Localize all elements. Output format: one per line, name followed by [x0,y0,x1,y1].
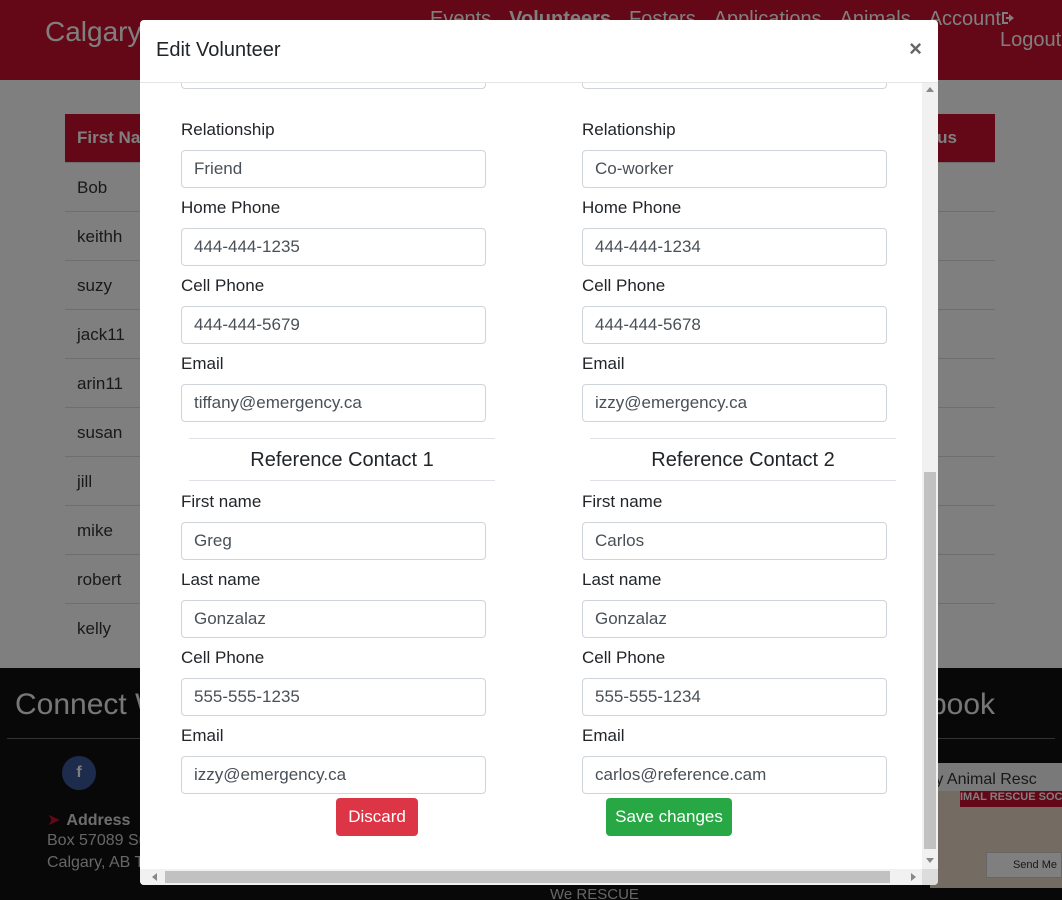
first-name-label: First name [181,492,262,511]
cell-phone-label: Cell Phone [582,276,666,295]
vertical-scrollbar[interactable] [922,83,938,869]
emergency-2-home-phone-input[interactable] [582,228,887,266]
reference-2-email-input[interactable] [582,756,887,794]
reference-1-heading: Reference Contact 1 [189,438,495,481]
emergency-1-relationship-input[interactable] [181,150,486,188]
emergency-1-cell-phone-input[interactable] [181,306,486,344]
modal-body[interactable]: Relationship Home Phone Cell Phone Email… [140,83,922,869]
last-name-label: Last name [181,570,261,589]
cell-phone-label: Cell Phone [582,648,666,667]
emergency-2-cell-phone-input[interactable] [582,306,887,344]
relationship-label: Relationship [181,120,275,139]
relationship-label: Relationship [582,120,676,139]
horizontal-scroll-thumb[interactable] [165,871,890,883]
emergency-1-home-phone-input[interactable] [181,228,486,266]
close-icon[interactable]: × [909,36,922,62]
last-name-label: Last name [582,570,662,589]
email-label: Email [181,726,224,745]
scrollbar-corner [922,869,938,885]
partial-input[interactable] [181,83,486,89]
reference-1-last-name-input[interactable] [181,600,486,638]
reference-2-cell-phone-input[interactable] [582,678,887,716]
first-name-label: First name [582,492,663,511]
cell-phone-label: Cell Phone [181,648,265,667]
reference-2-last-name-input[interactable] [582,600,887,638]
scroll-right-icon[interactable] [911,873,916,881]
email-label: Email [582,354,625,373]
emergency-1-email-input[interactable] [181,384,486,422]
home-phone-label: Home Phone [582,198,682,217]
emergency-2-relationship-input[interactable] [582,150,887,188]
reference-2-heading: Reference Contact 2 [590,438,896,481]
edit-volunteer-modal: Edit Volunteer × Relationship Home Phone… [140,20,938,885]
email-label: Email [582,726,625,745]
scroll-up-icon[interactable] [926,87,934,92]
partial-input[interactable] [582,83,887,89]
email-label: Email [181,354,224,373]
reference-1-cell-phone-input[interactable] [181,678,486,716]
modal-header: Edit Volunteer × [140,20,938,83]
reference-1-email-input[interactable] [181,756,486,794]
reference-2-first-name-input[interactable] [582,522,887,560]
home-phone-label: Home Phone [181,198,281,217]
scroll-left-icon[interactable] [152,873,157,881]
modal-title: Edit Volunteer [156,39,281,61]
reference-1-first-name-input[interactable] [181,522,486,560]
emergency-2-email-input[interactable] [582,384,887,422]
horizontal-scrollbar[interactable] [140,869,922,885]
discard-button[interactable]: Discard [336,798,418,836]
vertical-scroll-thumb[interactable] [924,472,936,849]
save-changes-button[interactable]: Save changes [606,798,732,836]
scroll-down-icon[interactable] [926,858,934,863]
cell-phone-label: Cell Phone [181,276,265,295]
